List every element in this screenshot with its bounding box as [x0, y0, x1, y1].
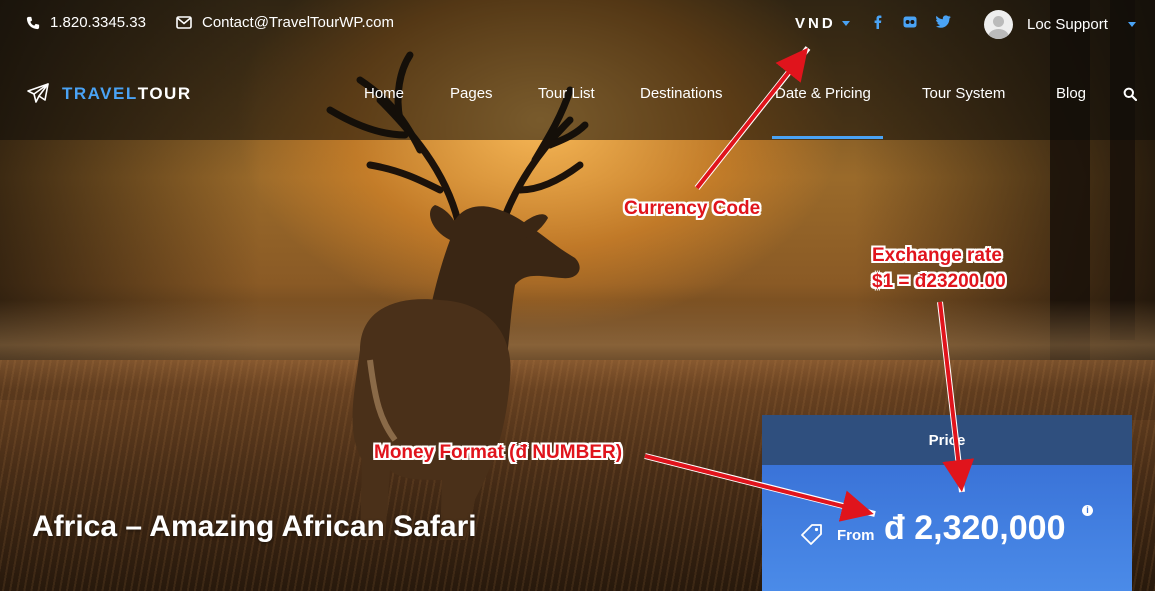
site-logo[interactable]: TRAVEL TOUR — [26, 82, 192, 106]
price-body: From đ 2,320,000 i — [762, 465, 1132, 591]
flickr-icon[interactable] — [903, 15, 917, 32]
price-header: Price — [762, 415, 1132, 465]
nav-active-indicator — [772, 136, 883, 139]
annotation-currency-code: Currency Code — [624, 198, 761, 219]
annotation-exchange-rate-title: Exchange rate — [872, 245, 1002, 266]
price-tag-icon — [801, 524, 822, 545]
annotation-exchange-rate-value: $1 = đ23200.00 — [872, 271, 1006, 292]
email-contact[interactable]: Contact@TravelTourWP.com — [176, 14, 394, 31]
nav-destinations[interactable]: Destinations — [640, 85, 723, 102]
user-menu[interactable]: Loc Support — [984, 10, 1136, 39]
nav-blog[interactable]: Blog — [1056, 85, 1086, 102]
logo-text-travel: TRAVEL — [62, 84, 138, 103]
nav-pages[interactable]: Pages — [450, 85, 493, 102]
price-box: Price From đ 2,320,000 i — [762, 415, 1132, 591]
price-header-label: Price — [928, 431, 966, 449]
top-bar: 1.820.3345.33 Contact@TravelTourWP.com — [0, 0, 1155, 48]
info-icon[interactable]: i — [1082, 505, 1093, 516]
currency-code: VND — [795, 15, 836, 32]
chevron-down-icon — [1127, 22, 1136, 27]
nav-date-pricing[interactable]: Date & Pricing — [775, 85, 871, 102]
facebook-icon[interactable] — [874, 15, 882, 32]
tour-title: Africa – Amazing African Safari — [32, 510, 477, 543]
email-address: Contact@TravelTourWP.com — [202, 14, 394, 31]
phone-icon — [26, 16, 40, 29]
nav-tour-list[interactable]: Tour List — [538, 85, 595, 102]
nav-home[interactable]: Home — [364, 85, 404, 102]
currency-switcher[interactable]: VND — [795, 15, 850, 32]
search-icon[interactable] — [1123, 87, 1138, 106]
phone-contact[interactable]: 1.820.3345.33 — [26, 14, 146, 31]
price-from-label: From — [837, 527, 875, 544]
airplane-icon — [27, 83, 49, 103]
envelope-icon — [176, 16, 192, 29]
price-amount: đ 2,320,000 — [884, 509, 1066, 547]
twitter-icon[interactable] — [936, 15, 951, 31]
phone-number: 1.820.3345.33 — [50, 14, 146, 31]
avatar — [984, 10, 1013, 39]
nav-tour-system[interactable]: Tour System — [922, 85, 1005, 102]
user-name: Loc Support — [1027, 16, 1108, 33]
logo-text-tour: TOUR — [137, 84, 192, 103]
chevron-down-icon — [841, 21, 850, 26]
annotation-money-format: Money Format (đ NUMBER) — [374, 442, 623, 463]
